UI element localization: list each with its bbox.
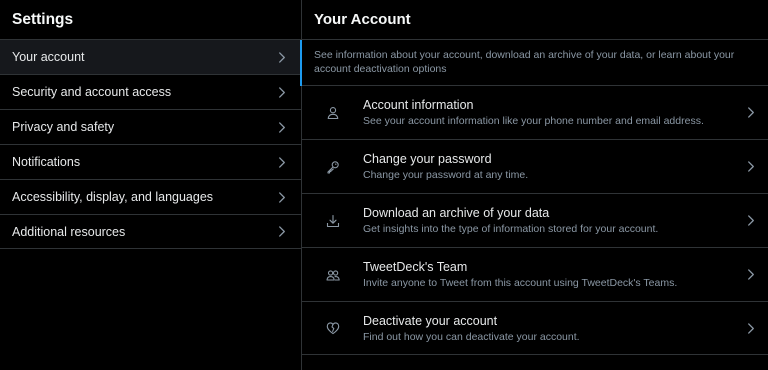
nav-item-label: Privacy and safety xyxy=(12,120,115,134)
nav-item-accessibility-display-languages[interactable]: Accessibility, display, and languages xyxy=(0,179,301,214)
account-item-deactivate[interactable]: Deactivate your account Find out how you… xyxy=(302,301,768,355)
account-intro-text: See information about your account, down… xyxy=(314,49,735,75)
account-item-title: Change your password xyxy=(363,152,492,166)
account-item-description: Get insights into the type of informatio… xyxy=(363,223,659,235)
chevron-right-icon xyxy=(277,156,287,168)
settings-app: Settings Your account Security and accou… xyxy=(0,0,768,370)
nav-item-your-account[interactable]: Your account xyxy=(0,39,301,74)
account-item-account-information[interactable]: Account information See your account inf… xyxy=(302,85,768,139)
account-panel: Your Account See information about your … xyxy=(300,0,768,370)
account-item-description: Find out how you can deactivate your acc… xyxy=(363,330,580,343)
broken-heart-icon xyxy=(322,317,344,339)
chevron-right-icon xyxy=(277,226,287,238)
account-item-description: See your account information like your p… xyxy=(363,115,704,127)
active-indicator-bar xyxy=(300,40,302,86)
account-item-title: TweetDeck's Team xyxy=(363,260,468,274)
account-item-description: Invite anyone to Tweet from this account… xyxy=(363,277,678,289)
chevron-right-icon xyxy=(277,121,287,133)
nav-item-label: Security and account access xyxy=(12,85,172,99)
nav-item-label: Additional resources xyxy=(12,224,126,239)
nav-item-label: Your account xyxy=(12,50,85,64)
settings-title: Settings xyxy=(12,11,74,28)
nav-item-additional-resources[interactable]: Additional resources xyxy=(0,214,301,249)
account-intro: See information about your account, down… xyxy=(300,39,768,86)
account-item-change-password[interactable]: Change your password Change your passwor… xyxy=(302,139,768,193)
account-item-description: Change your password at any time. xyxy=(363,169,529,181)
account-item-title: Account information xyxy=(363,98,474,112)
settings-sidebar: Settings Your account Security and accou… xyxy=(0,0,302,370)
chevron-right-icon xyxy=(746,161,756,173)
nav-item-security-and-account-access[interactable]: Security and account access xyxy=(0,74,301,109)
account-item-tweetdeck-team[interactable]: TweetDeck's Team Invite anyone to Tweet … xyxy=(302,247,768,301)
chevron-right-icon xyxy=(277,86,287,98)
account-panel-title: Your Account xyxy=(314,11,411,28)
chevron-right-icon xyxy=(277,51,287,63)
account-item-title: Deactivate your account xyxy=(363,313,498,328)
nav-item-notifications[interactable]: Notifications xyxy=(0,144,301,179)
account-item-download-archive[interactable]: Download an archive of your data Get ins… xyxy=(302,193,768,247)
download-icon xyxy=(322,210,344,232)
chevron-right-icon xyxy=(746,269,756,281)
key-icon xyxy=(322,156,344,178)
nav-item-label: Notifications xyxy=(12,155,81,169)
nav-item-label: Accessibility, display, and languages xyxy=(12,190,214,204)
chevron-right-icon xyxy=(746,322,756,334)
chevron-right-icon xyxy=(277,191,287,203)
people-icon xyxy=(322,264,344,286)
account-item-title: Download an archive of your data xyxy=(363,206,550,220)
chevron-right-icon xyxy=(746,215,756,227)
person-icon xyxy=(322,102,344,124)
chevron-right-icon xyxy=(746,107,756,119)
nav-item-privacy-and-safety[interactable]: Privacy and safety xyxy=(0,109,301,144)
